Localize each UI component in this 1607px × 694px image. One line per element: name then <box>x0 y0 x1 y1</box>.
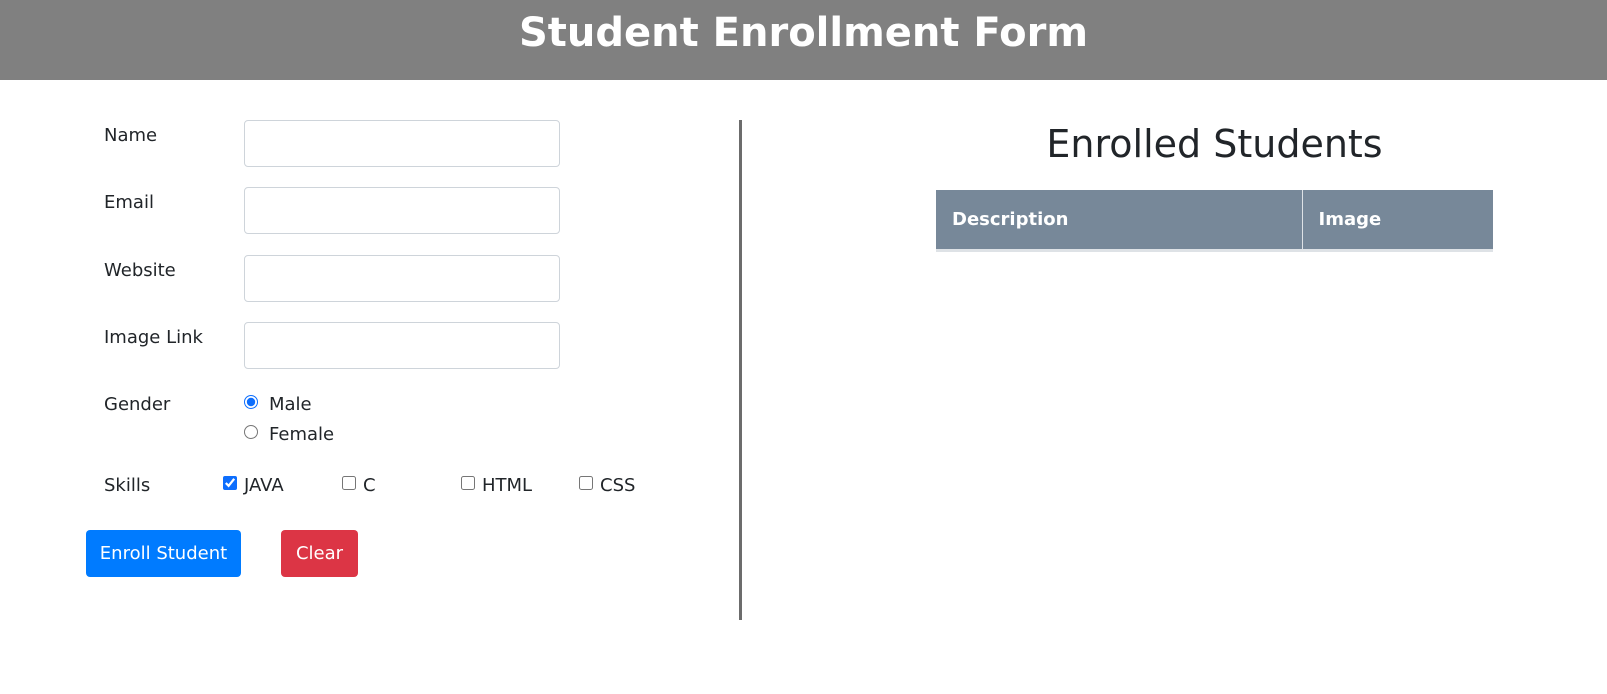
image-link-label: Image Link <box>104 327 203 348</box>
name-label: Name <box>104 125 158 146</box>
skill-java-label: JAVA <box>244 475 284 496</box>
skill-css-label: CSS <box>600 475 636 496</box>
skills-label: Skills <box>104 475 151 496</box>
image-link-input[interactable] <box>244 322 560 369</box>
gender-label: Gender <box>104 394 171 415</box>
skill-option-css[interactable]: CSS <box>579 474 635 498</box>
skill-html-checkbox[interactable] <box>461 476 475 490</box>
skill-c-label: C <box>363 475 376 496</box>
enrolled-students-title: Enrolled Students <box>1046 122 1383 166</box>
skill-option-html[interactable]: HTML <box>461 474 532 498</box>
skill-java-checkbox[interactable] <box>223 476 237 490</box>
page-title: Student Enrollment Form <box>518 10 1089 56</box>
column-header-description: Description <box>936 190 1303 252</box>
vertical-divider <box>739 120 742 620</box>
gender-male-label: Male <box>269 394 312 415</box>
skill-option-java[interactable]: JAVA <box>223 474 284 498</box>
gender-female-radio[interactable] <box>244 425 258 439</box>
clear-button[interactable]: Clear <box>281 530 358 577</box>
email-label: Email <box>104 192 154 213</box>
column-header-image: Image <box>1302 190 1493 252</box>
skill-option-c[interactable]: C <box>342 474 376 498</box>
skill-c-checkbox[interactable] <box>342 476 356 490</box>
gender-option-male[interactable]: Male <box>244 393 312 417</box>
gender-male-radio[interactable] <box>244 395 258 409</box>
gender-female-label: Female <box>269 424 335 445</box>
email-input[interactable] <box>244 187 560 234</box>
website-input[interactable] <box>244 255 560 302</box>
page-header: Student Enrollment Form <box>0 0 1607 80</box>
name-input[interactable] <box>244 120 560 167</box>
skill-html-label: HTML <box>482 475 533 496</box>
table-header-row: Description Image <box>936 190 1493 252</box>
skill-css-checkbox[interactable] <box>579 476 593 490</box>
enrolled-students-table-wrap: Description Image <box>936 190 1493 252</box>
website-label: Website <box>104 260 176 281</box>
gender-option-female[interactable]: Female <box>244 423 334 447</box>
page: Student Enrollment Form Name Email Websi… <box>0 0 1607 694</box>
enroll-student-button[interactable]: Enroll Student <box>86 530 241 577</box>
enrolled-students-table: Description Image <box>936 190 1493 252</box>
